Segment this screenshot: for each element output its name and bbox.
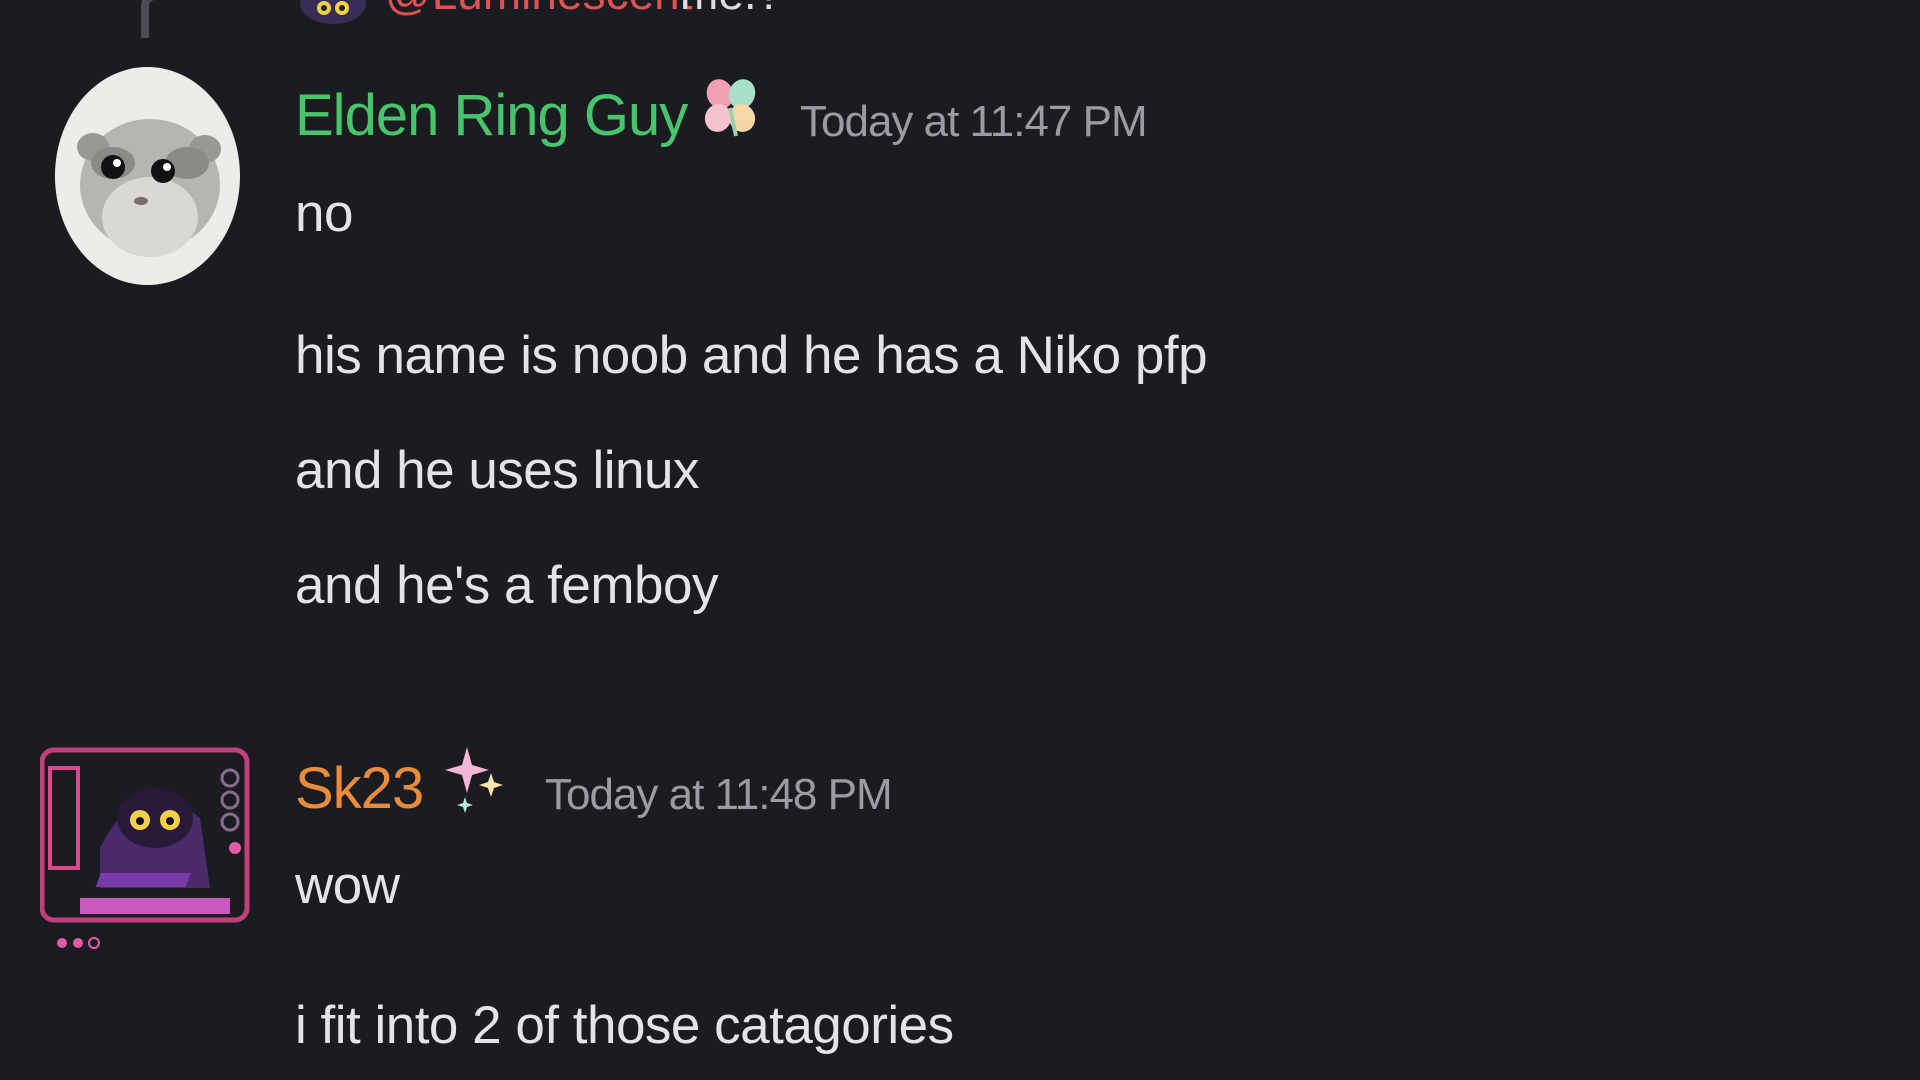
message-line[interactable]: and he uses linux	[295, 440, 700, 501]
message-line[interactable]: i fit into 2 of those catagories	[295, 995, 954, 1056]
niko-cat-avatar-icon	[40, 747, 250, 949]
reply-mention[interactable]: @Luminescent	[385, 0, 693, 20]
timestamp[interactable]: Today at 11:47 PM	[800, 97, 1148, 147]
clover-icon[interactable]	[700, 72, 760, 147]
hamster-avatar-icon	[55, 67, 239, 285]
timestamp[interactable]: Today at 11:48 PM	[545, 770, 893, 820]
reply-preview-text[interactable]: me.?	[680, 0, 782, 20]
sparkles-icon[interactable]	[445, 745, 505, 820]
reply-connector-line	[141, 0, 291, 38]
message-line[interactable]: his name is noob and he has a Niko pfp	[295, 325, 1208, 386]
username[interactable]: Elden Ring Guy	[295, 82, 688, 149]
reply-avatar[interactable]	[300, 0, 366, 24]
avatar[interactable]	[40, 738, 255, 958]
avatar[interactable]	[55, 67, 240, 285]
reply-avatar-icon	[300, 0, 366, 24]
message-line[interactable]: no	[295, 183, 353, 244]
message-line[interactable]: and he's a femboy	[295, 555, 718, 616]
username[interactable]: Sk23	[295, 755, 424, 822]
message-line[interactable]: wow	[295, 855, 400, 916]
